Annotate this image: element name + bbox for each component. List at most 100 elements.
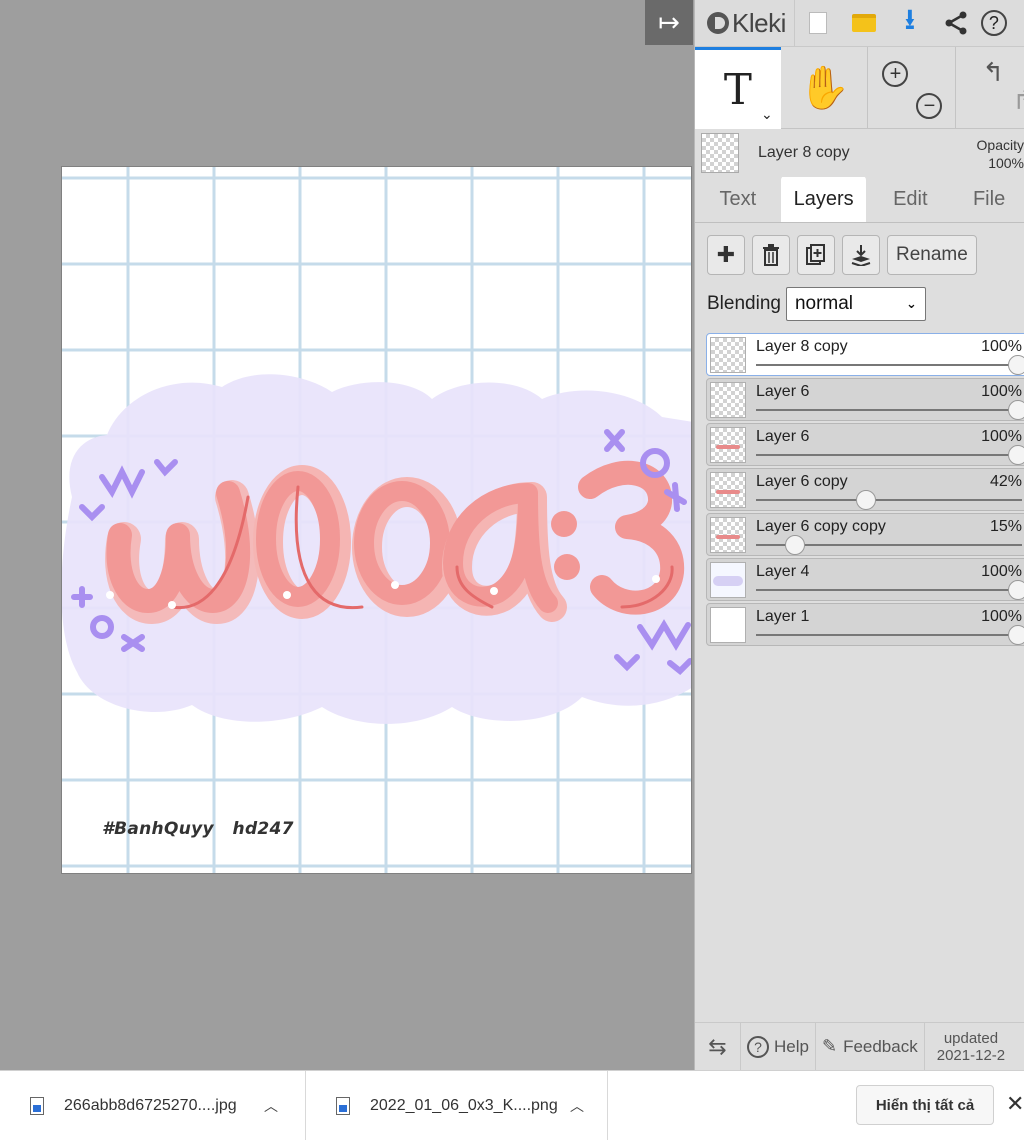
open-folder-icon bbox=[851, 14, 876, 32]
tab-file[interactable]: File bbox=[954, 176, 1024, 222]
opacity-label: Opacity bbox=[976, 137, 1024, 153]
feedback-button[interactable]: ✎ Feedback bbox=[816, 1022, 925, 1070]
layer-opacity-slider-handle[interactable] bbox=[1008, 580, 1024, 600]
hand-tool-button[interactable]: ✋ bbox=[781, 47, 869, 129]
close-icon[interactable]: ✕ bbox=[1006, 1091, 1024, 1117]
blending-label: Blending bbox=[707, 293, 781, 314]
kleki-logo[interactable]: Kleki bbox=[695, 0, 795, 47]
help-label: Help bbox=[774, 1036, 809, 1056]
chevron-down-icon[interactable]: ⌄ bbox=[761, 107, 773, 123]
layer-actions: ✚ Rename bbox=[707, 235, 1024, 275]
layer-row[interactable]: Layer 6 100% bbox=[706, 378, 1024, 421]
delete-layer-button[interactable] bbox=[752, 235, 790, 275]
feedback-label: Feedback bbox=[843, 1036, 918, 1056]
new-image-button[interactable] bbox=[795, 0, 841, 47]
layer-opacity-slider[interactable] bbox=[756, 634, 1022, 636]
canvas-artwork bbox=[62, 167, 691, 873]
image-file-icon bbox=[336, 1096, 350, 1115]
drawing-canvas[interactable]: #BanhQuyy hd247 bbox=[61, 166, 692, 874]
swap-side-button[interactable]: ⇆ bbox=[695, 1022, 741, 1070]
layer-opacity-value: 15% bbox=[989, 518, 1022, 535]
layer-opacity-slider[interactable] bbox=[756, 409, 1022, 411]
share-button[interactable] bbox=[933, 0, 979, 47]
layer-opacity-value: 100% bbox=[981, 563, 1022, 580]
layer-opacity-slider-handle[interactable] bbox=[1008, 355, 1024, 375]
opacity-value: 100% bbox=[988, 155, 1024, 171]
collapse-panel-button[interactable]: ↦ bbox=[645, 0, 693, 45]
layer-opacity-value: 100% bbox=[981, 383, 1022, 400]
current-layer-name: Layer 8 copy bbox=[758, 144, 850, 161]
download-filename: 266abb8d6725270....jpg bbox=[64, 1096, 237, 1114]
layer-opacity-value: 42% bbox=[989, 473, 1022, 490]
layer-name: Layer 6 bbox=[756, 383, 810, 400]
layer-thumbnail bbox=[710, 607, 746, 643]
open-file-button[interactable] bbox=[841, 0, 887, 47]
tab-text[interactable]: Text bbox=[695, 176, 781, 222]
download-item[interactable]: 266abb8d6725270....jpg ︿ bbox=[0, 1070, 306, 1140]
layer-name: Layer 1 bbox=[756, 608, 810, 625]
canvas-workspace[interactable]: ↦ #BanhQuyy hd247 bbox=[0, 0, 694, 1070]
layer-thumbnail bbox=[710, 472, 746, 508]
layer-row[interactable]: Layer 4 100% bbox=[706, 558, 1024, 601]
layer-name: Layer 4 bbox=[756, 563, 810, 580]
layer-row[interactable]: Layer 1 100% bbox=[706, 603, 1024, 646]
zoom-controls: + − bbox=[868, 47, 957, 129]
image-file-icon bbox=[30, 1096, 44, 1115]
layer-thumbnail bbox=[710, 427, 746, 463]
tab-edit[interactable]: Edit bbox=[866, 176, 954, 222]
rename-layer-button[interactable]: Rename bbox=[887, 235, 977, 275]
new-image-icon bbox=[808, 12, 827, 34]
layer-list: Layer 8 copy 100% Layer 6 100% Layer 6 100% La… bbox=[706, 333, 1024, 646]
layer-row[interactable]: Layer 8 copy 100% bbox=[706, 333, 1024, 376]
layer-opacity-slider[interactable] bbox=[756, 364, 1022, 366]
status-bar: ⇆ ? Help ✎ Feedback updated 2021-12-2 bbox=[695, 1022, 1024, 1070]
duplicate-icon bbox=[806, 244, 825, 265]
layer-row[interactable]: Layer 6 copy 42% bbox=[706, 468, 1024, 511]
duplicate-layer-button[interactable] bbox=[797, 235, 835, 275]
zoom-in-icon[interactable]: + bbox=[882, 61, 909, 87]
current-layer-thumbnail bbox=[701, 133, 739, 173]
chevron-up-icon[interactable]: ︿ bbox=[570, 1096, 584, 1116]
share-icon bbox=[945, 11, 967, 35]
blending-mode-value: normal bbox=[794, 293, 854, 314]
help-icon[interactable]: ? bbox=[980, 10, 1007, 36]
zoom-out-icon[interactable]: − bbox=[916, 93, 943, 119]
merge-down-button[interactable] bbox=[842, 235, 880, 275]
layer-opacity-slider-handle[interactable] bbox=[1008, 625, 1024, 645]
redo-icon[interactable]: ↱ bbox=[1012, 85, 1024, 116]
help-button[interactable]: ? Help bbox=[741, 1022, 816, 1070]
download-item[interactable]: 2022_01_06_0x3_K....png ︿ bbox=[306, 1070, 608, 1140]
update-info: updated 2021-12-2 bbox=[925, 1023, 1005, 1071]
panel-tabs: Text Layers Edit File bbox=[695, 176, 1024, 223]
chevron-up-icon[interactable]: ︿ bbox=[264, 1096, 278, 1116]
layer-row[interactable]: Layer 6 100% bbox=[706, 423, 1024, 466]
layer-thumbnail bbox=[710, 337, 746, 373]
layer-opacity-slider[interactable] bbox=[756, 589, 1022, 591]
layer-opacity-slider-handle[interactable] bbox=[856, 490, 877, 510]
blending-mode-select[interactable]: normal ⌄ bbox=[785, 287, 926, 321]
trash-icon bbox=[763, 244, 779, 266]
layer-thumbnail bbox=[710, 517, 746, 553]
layer-opacity-slider-handle[interactable] bbox=[1008, 445, 1024, 465]
layer-opacity-slider-handle[interactable] bbox=[785, 535, 806, 555]
layer-name: Layer 8 copy bbox=[756, 338, 848, 355]
undo-icon[interactable]: ↰ bbox=[982, 57, 1004, 88]
add-layer-button[interactable]: ✚ bbox=[707, 235, 745, 275]
kleki-logo-icon bbox=[707, 12, 729, 34]
tab-layers[interactable]: Layers bbox=[780, 176, 867, 222]
chevron-down-icon: ⌄ bbox=[906, 296, 917, 311]
collapse-icon: ↦ bbox=[658, 7, 680, 37]
text-tool-button[interactable]: T ⌄ bbox=[695, 47, 781, 129]
text-tool-icon: T bbox=[723, 65, 752, 114]
layer-opacity-slider[interactable] bbox=[756, 499, 1022, 501]
layer-opacity-slider[interactable] bbox=[756, 454, 1022, 456]
top-toolbar: Kleki ⭳ ? bbox=[695, 0, 1024, 47]
current-layer-info: Layer 8 copy Opacity 100% bbox=[695, 129, 1024, 177]
layer-row[interactable]: Layer 6 copy copy 15% bbox=[706, 513, 1024, 556]
layers-panel: ✚ Rename Blending normal ⌄ Layer 8 copy … bbox=[695, 223, 1024, 646]
show-all-downloads-button[interactable]: Hiển thị tất cả bbox=[856, 1085, 994, 1125]
updated-date: 2021-12-2 bbox=[936, 1046, 1006, 1064]
layer-opacity-slider-handle[interactable] bbox=[1008, 400, 1024, 420]
download-button[interactable]: ⭳ bbox=[887, 0, 933, 47]
layer-opacity-value: 100% bbox=[981, 428, 1022, 445]
